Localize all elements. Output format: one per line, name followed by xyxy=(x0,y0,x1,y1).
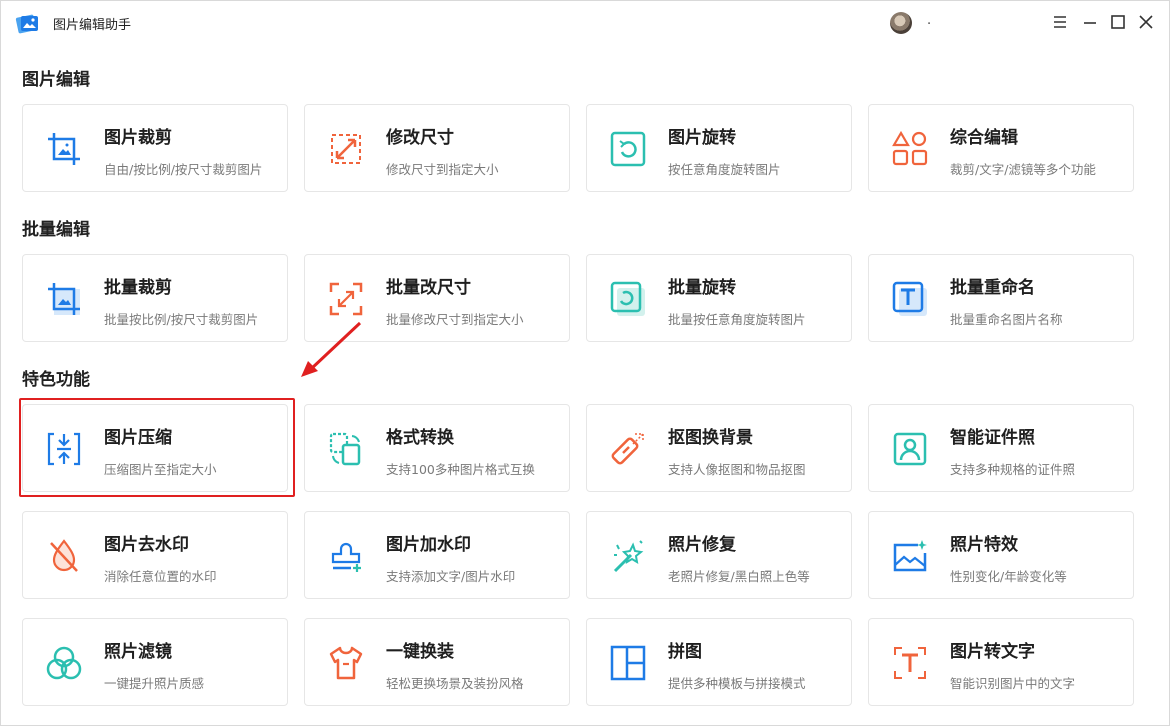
ocr-text-icon xyxy=(894,647,926,679)
card-desc: 修改尺寸到指定大小 xyxy=(386,162,499,177)
card-desc: 批量修改尺寸到指定大小 xyxy=(386,312,524,327)
card-batch-crop[interactable]: 批量裁剪 批量按比例/按尺寸裁剪图片 xyxy=(22,254,288,342)
app-window: 图片编辑助手 . 图片编辑 图片裁剪 自由/按比例/按尺寸裁剪图片 修改尺寸 修… xyxy=(0,0,1170,726)
card-remove-watermark[interactable]: 图片去水印 消除任意位置的水印 xyxy=(22,511,288,599)
card-title: 批量重命名 xyxy=(950,278,1035,298)
convert-icon xyxy=(329,432,361,466)
card-title: 一键换装 xyxy=(386,642,454,662)
filter-icon xyxy=(46,646,82,680)
card-title: 智能证件照 xyxy=(950,428,1035,448)
card-desc: 轻松更换场景及装扮风格 xyxy=(386,676,524,691)
effects-icon xyxy=(893,540,927,572)
card-title: 批量改尺寸 xyxy=(386,278,471,298)
app-logo-icon xyxy=(15,14,38,34)
card-desc: 批量按比例/按尺寸裁剪图片 xyxy=(104,312,259,327)
eraser-icon xyxy=(611,433,644,465)
rotate-icon xyxy=(610,131,646,167)
close-icon[interactable] xyxy=(1137,13,1155,31)
crop-icon xyxy=(48,133,80,165)
card-desc: 性别变化/年龄变化等 xyxy=(950,569,1067,584)
card-photo-filter[interactable]: 照片滤镜 一键提升照片质感 xyxy=(22,618,288,706)
card-desc: 压缩图片至指定大小 xyxy=(104,462,217,477)
card-desc: 支持添加文字/图片水印 xyxy=(386,569,516,584)
card-desc: 支持人像抠图和物品抠图 xyxy=(668,462,806,477)
card-add-watermark[interactable]: 图片加水印 支持添加文字/图片水印 xyxy=(304,511,570,599)
compress-icon xyxy=(47,432,81,466)
card-title: 格式转换 xyxy=(386,428,454,448)
minimize-icon[interactable] xyxy=(1081,13,1099,31)
card-batch-rename[interactable]: 批量重命名 批量重命名图片名称 xyxy=(868,254,1134,342)
card-title: 批量旋转 xyxy=(668,278,736,298)
card-format-convert[interactable]: 格式转换 支持100多种图片格式互换 xyxy=(304,404,570,492)
title-bar: 图片编辑助手 . xyxy=(1,1,1169,45)
tshirt-icon xyxy=(329,646,363,680)
app-title: 图片编辑助手 xyxy=(53,18,132,33)
card-title: 照片滤镜 xyxy=(104,642,172,662)
stamp-icon xyxy=(331,542,361,572)
resize-icon xyxy=(331,134,361,164)
card-id-photo[interactable]: 智能证件照 支持多种规格的证件照 xyxy=(868,404,1134,492)
maximize-icon[interactable] xyxy=(1109,13,1127,31)
collage-icon xyxy=(610,645,646,681)
card-rotate[interactable]: 图片旋转 按任意角度旋转图片 xyxy=(586,104,852,192)
card-title: 抠图换背景 xyxy=(668,428,753,448)
batch-rotate-icon xyxy=(610,281,645,316)
card-image-to-text[interactable]: 图片转文字 智能识别图片中的文字 xyxy=(868,618,1134,706)
card-title: 图片裁剪 xyxy=(104,128,172,148)
card-batch-rotate[interactable]: 批量旋转 批量按任意角度旋转图片 xyxy=(586,254,852,342)
card-desc: 消除任意位置的水印 xyxy=(104,569,217,584)
card-title: 照片修复 xyxy=(668,535,736,555)
card-title: 图片去水印 xyxy=(104,535,189,555)
card-title: 综合编辑 xyxy=(950,128,1018,148)
card-cutout-background[interactable]: 抠图换背景 支持人像抠图和物品抠图 xyxy=(586,404,852,492)
card-title: 照片特效 xyxy=(950,535,1018,555)
card-title: 批量裁剪 xyxy=(104,278,172,298)
remove-watermark-icon xyxy=(50,539,78,572)
card-photo-repair[interactable]: 照片修复 老照片修复/黑白照上色等 xyxy=(586,511,852,599)
id-photo-icon xyxy=(893,432,927,466)
card-desc: 智能识别图片中的文字 xyxy=(950,676,1076,691)
card-desc: 批量重命名图片名称 xyxy=(950,312,1063,327)
card-desc: 批量按任意角度旋转图片 xyxy=(668,312,806,327)
card-title: 拼图 xyxy=(668,642,702,662)
magic-wand-icon xyxy=(613,540,644,573)
card-title: 图片压缩 xyxy=(104,428,172,448)
card-resize[interactable]: 修改尺寸 修改尺寸到指定大小 xyxy=(304,104,570,192)
text-rename-icon xyxy=(892,281,927,316)
card-image-compress[interactable]: 图片压缩 压缩图片至指定大小 xyxy=(22,404,288,492)
shapes-icon xyxy=(892,130,928,166)
card-desc: 提供多种模板与拼接模式 xyxy=(668,676,806,691)
card-desc: 支持100多种图片格式互换 xyxy=(386,462,535,477)
card-desc: 自由/按比例/按尺寸裁剪图片 xyxy=(104,162,263,177)
card-desc: 老照片修复/黑白照上色等 xyxy=(668,569,810,584)
card-collage[interactable]: 拼图 提供多种模板与拼接模式 xyxy=(586,618,852,706)
card-desc: 支持多种规格的证件照 xyxy=(950,462,1076,477)
section-title-batch-edit: 批量编辑 xyxy=(22,220,90,240)
card-title: 图片转文字 xyxy=(950,642,1035,662)
annotation-arrow-icon xyxy=(301,321,362,377)
card-desc: 一键提升照片质感 xyxy=(104,676,205,691)
user-avatar[interactable] xyxy=(890,12,912,34)
card-desc: 按任意角度旋转图片 xyxy=(668,162,781,177)
card-one-click-outfit[interactable]: 一键换装 轻松更换场景及装扮风格 xyxy=(304,618,570,706)
card-title: 图片加水印 xyxy=(386,535,471,555)
username[interactable]: . xyxy=(927,13,931,28)
card-title: 图片旋转 xyxy=(668,128,736,148)
card-desc: 裁剪/文字/滤镜等多个功能 xyxy=(950,162,1096,177)
card-title: 修改尺寸 xyxy=(386,128,454,148)
menu-icon[interactable] xyxy=(1051,13,1069,31)
card-image-crop[interactable]: 图片裁剪 自由/按比例/按尺寸裁剪图片 xyxy=(22,104,288,192)
section-title-featured: 特色功能 xyxy=(22,370,90,390)
batch-resize-icon xyxy=(329,282,363,316)
card-comprehensive-edit[interactable]: 综合编辑 裁剪/文字/滤镜等多个功能 xyxy=(868,104,1134,192)
section-title-image-edit: 图片编辑 xyxy=(22,70,90,90)
batch-crop-icon xyxy=(48,283,80,315)
card-photo-effects[interactable]: 照片特效 性别变化/年龄变化等 xyxy=(868,511,1134,599)
